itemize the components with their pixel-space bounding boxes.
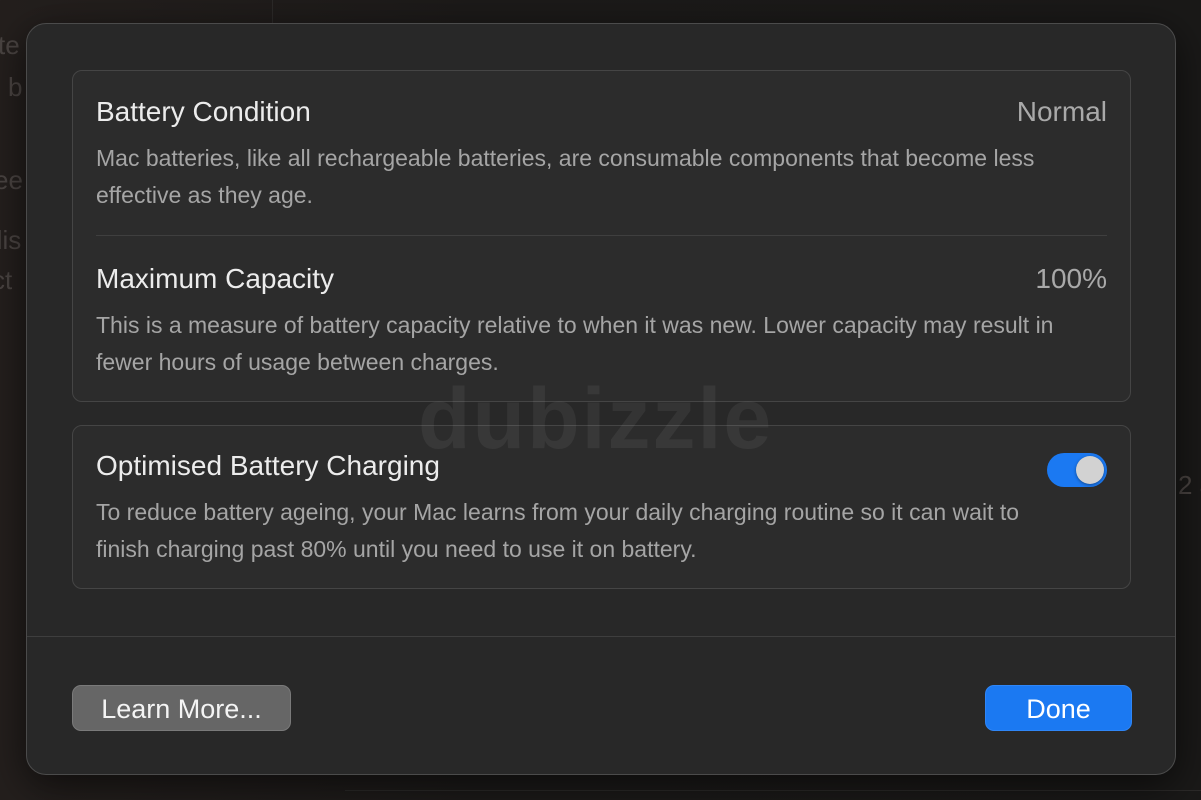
battery-health-sheet: Battery Condition Normal Mac batteries, … (26, 23, 1176, 775)
background-text: ct (0, 265, 13, 295)
background-text: dis (0, 225, 22, 255)
background-divider (345, 790, 1201, 791)
background-text: b (8, 72, 23, 102)
background-text: 2 a (1178, 470, 1201, 500)
footer-divider (27, 636, 1175, 637)
optimised-charging-description: To reduce battery ageing, your Mac learn… (96, 499, 1020, 562)
optimised-charging-toggle[interactable] (1047, 453, 1107, 487)
battery-condition-description: Mac batteries, like all rechargeable bat… (96, 145, 1035, 208)
learn-more-button[interactable]: Learn More... (72, 685, 291, 731)
row-separator (96, 235, 1107, 236)
background-divider (272, 0, 273, 24)
done-button[interactable]: Done (985, 685, 1132, 731)
background-text: ee (0, 165, 23, 195)
battery-condition-row: Battery Condition Normal Mac batteries, … (96, 94, 1107, 214)
optimised-charging-title: Optimised Battery Charging (96, 450, 440, 481)
optimised-charging-row: Optimised Battery Charging To reduce bat… (96, 448, 1107, 568)
toggle-knob (1076, 456, 1104, 484)
maximum-capacity-value: 100% (1035, 263, 1107, 294)
maximum-capacity-description: This is a measure of battery capacity re… (96, 312, 1054, 375)
background-text: te (0, 30, 20, 60)
battery-condition-title: Battery Condition (96, 96, 311, 127)
optimised-charging-group: Optimised Battery Charging To reduce bat… (72, 425, 1131, 589)
battery-condition-value: Normal (1016, 96, 1107, 127)
maximum-capacity-row: Maximum Capacity 100% This is a measure … (96, 261, 1107, 381)
maximum-capacity-title: Maximum Capacity (96, 263, 335, 294)
battery-info-group: Battery Condition Normal Mac batteries, … (72, 70, 1131, 402)
